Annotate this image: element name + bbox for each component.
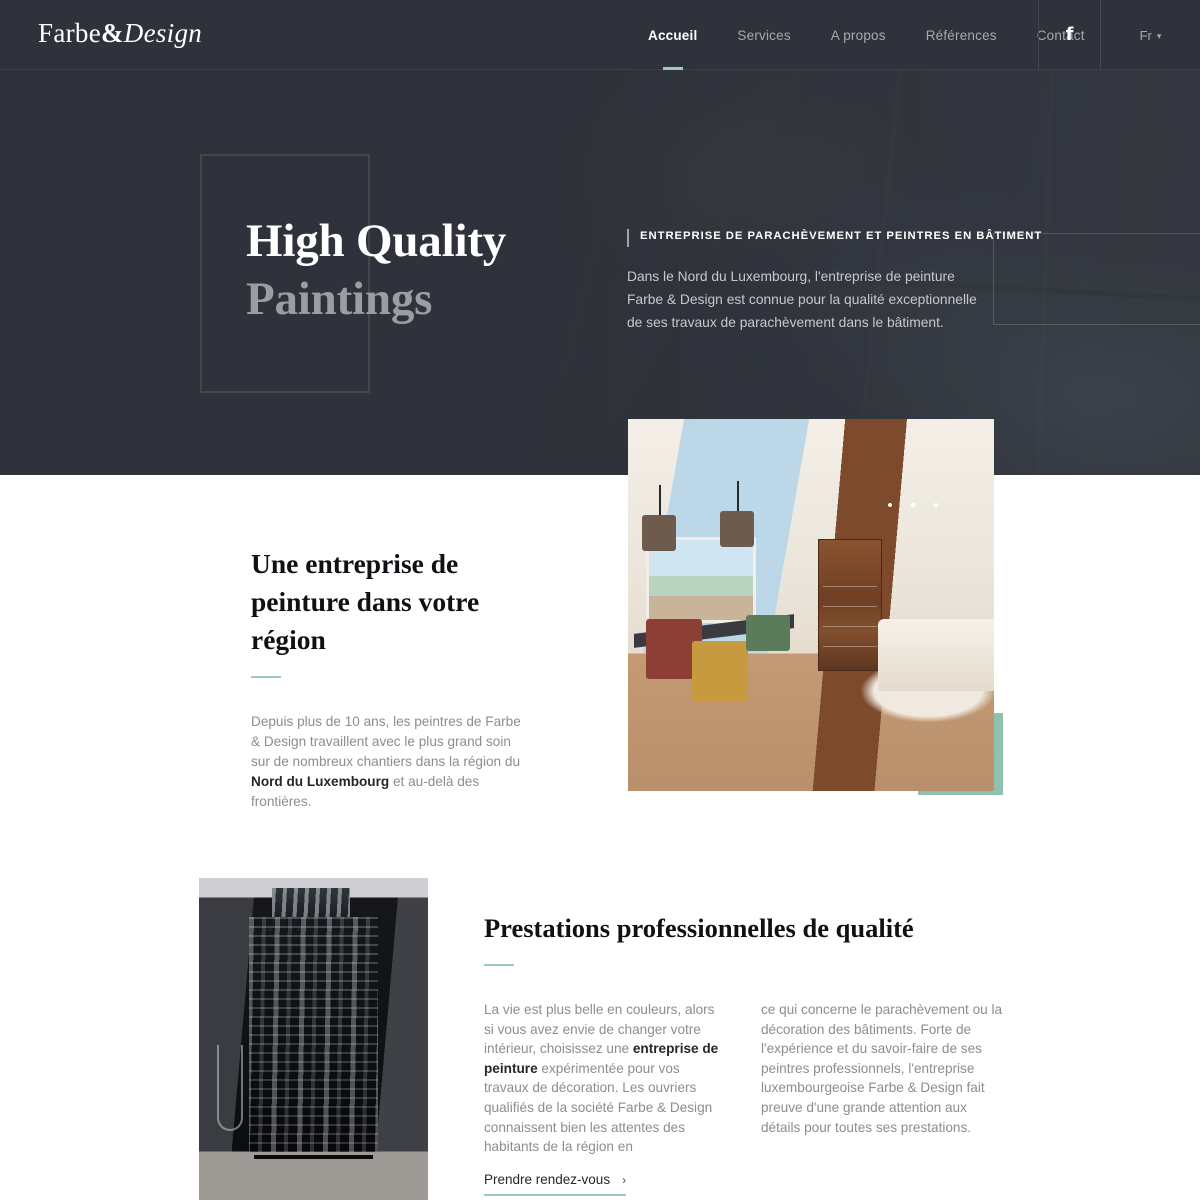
facebook-link[interactable]: f	[1038, 0, 1100, 70]
photo-ceiling-spots	[886, 503, 940, 507]
services-text-columns: La vie est plus belle en couleurs, alors…	[484, 1000, 1003, 1157]
services-heading: Prestations professionnelles de qualité	[484, 913, 914, 943]
nav-item-a-propos[interactable]: A propos	[811, 0, 906, 70]
hero-text-block: ENTREPRISE DE PARACHÈVEMENT ET PEINTRES …	[627, 228, 1041, 334]
photo-shower-hose	[217, 1045, 244, 1132]
region-divider	[251, 676, 281, 678]
services-column-right: ce qui concerne le parachèvement ou la d…	[761, 1002, 1003, 1135]
living-room-photo	[628, 419, 994, 791]
brand-logo[interactable]: Farbe&Design	[38, 18, 202, 49]
hero-eyebrow-label: ENTREPRISE DE PARACHÈVEMENT ET PEINTRES …	[640, 230, 1043, 242]
brand-name-part2: Design	[123, 18, 203, 48]
region-paragraph-bold: Nord du Luxembourg	[251, 774, 390, 789]
nav-item-services[interactable]: Services	[717, 0, 810, 70]
services-column-left: La vie est plus belle en couleurs, alors…	[484, 1000, 726, 1157]
appointment-cta-link[interactable]: Prendre rendez-vous ›	[484, 1172, 627, 1196]
bathroom-image	[199, 878, 428, 1200]
photo-chair-3	[746, 615, 790, 651]
photo-chair-2	[692, 641, 748, 701]
bathroom-photo	[199, 878, 428, 1200]
services-divider	[484, 964, 514, 966]
brand-name-part1: Farbe	[38, 18, 101, 48]
photo-floor-drain	[253, 1154, 374, 1159]
eyebrow-bar-icon	[627, 229, 629, 247]
language-selector[interactable]: Fr ▾	[1100, 0, 1200, 70]
hero-title-line-1: High Quality	[246, 215, 507, 267]
photo-wood-cabinet	[818, 539, 882, 671]
photo-pendant-lamp-1	[642, 485, 676, 551]
main-navigation: Accueil Services A propos Références Con…	[628, 0, 1105, 70]
region-paragraph: Depuis plus de 10 ans, les peintres de F…	[251, 712, 527, 812]
hero-decorative-frame-right	[993, 233, 1200, 325]
nav-item-accueil[interactable]: Accueil	[628, 0, 717, 70]
hero-section: High Quality Paintings ENTREPRISE DE PAR…	[0, 0, 1200, 475]
facebook-icon: f	[1065, 24, 1074, 45]
living-room-image	[628, 419, 994, 791]
hero-paragraph: Dans le Nord du Luxembourg, l'entreprise…	[627, 269, 977, 330]
language-selector-label: Fr	[1139, 27, 1152, 43]
photo-sofa	[878, 619, 994, 691]
region-paragraph-before: Depuis plus de 10 ans, les peintres de F…	[251, 714, 521, 769]
brand-ampersand: &	[100, 18, 124, 48]
chevron-down-icon: ▾	[1156, 30, 1162, 41]
photo-pendant-lamp-2	[720, 481, 754, 547]
hero-title-line-2: Paintings	[246, 273, 433, 325]
chevron-right-icon: ›	[622, 1172, 627, 1187]
hero-eyebrow: ENTREPRISE DE PARACHÈVEMENT ET PEINTRES …	[627, 228, 1041, 247]
header-utility-area: f Fr ▾	[1038, 0, 1200, 70]
site-header: Farbe&Design Accueil Services A propos R…	[0, 0, 1200, 70]
nav-item-references[interactable]: Références	[906, 0, 1017, 70]
region-heading: Une entreprise de peinture dans votre ré…	[251, 548, 480, 655]
hero-title: High Quality Paintings	[246, 212, 506, 328]
appointment-cta-label: Prendre rendez-vous	[484, 1172, 611, 1187]
photo-stone-wall	[249, 916, 378, 1152]
